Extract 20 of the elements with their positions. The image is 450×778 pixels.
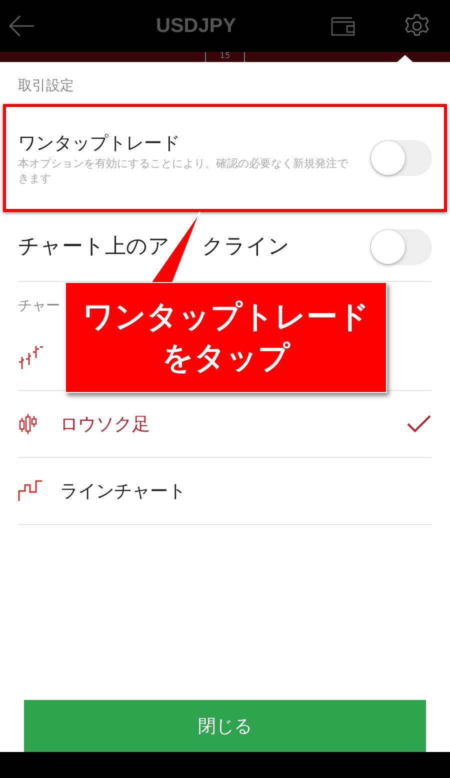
- section-heading: チャー: [18, 297, 60, 316]
- setting-description: 本オプションを有効にすることにより、確認の必要なく新規発注できます: [18, 156, 350, 186]
- setting-label: クライン: [202, 232, 290, 260]
- setting-label: ワンタップトレード: [18, 132, 181, 156]
- setting-label: チャート上のア: [18, 232, 170, 260]
- line-chart-icon: [18, 478, 44, 504]
- chart-type-item[interactable]: ラインチャート: [18, 458, 432, 525]
- window-title: USDJPY: [155, 14, 236, 39]
- back-icon[interactable]: [8, 14, 36, 38]
- wallet-icon[interactable]: [330, 15, 356, 37]
- callout-text: ワンタップトレード: [82, 298, 370, 338]
- checkmark-icon: [406, 414, 432, 434]
- bar-chart-icon: [18, 344, 44, 370]
- section-heading: 取引設定: [18, 77, 74, 96]
- callout-text: をタップ: [162, 338, 290, 378]
- toggle-switch[interactable]: [370, 228, 432, 264]
- close-button[interactable]: 閉じる: [24, 700, 426, 752]
- toggle-switch[interactable]: [370, 140, 432, 176]
- chart-type-label: ラインチャート: [60, 480, 187, 504]
- chart-type-label: ロウソク足: [60, 412, 151, 436]
